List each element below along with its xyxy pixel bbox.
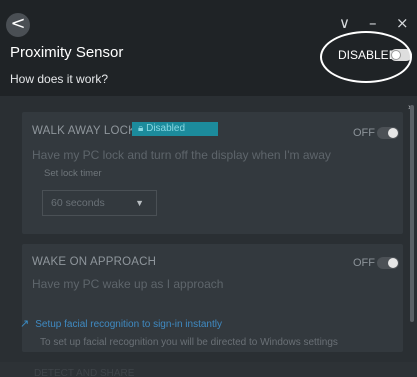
walk-away-lock-title: WALK AWAY LOCK xyxy=(32,125,136,137)
chevron-down-icon: ∨ xyxy=(339,14,350,32)
next-section-title: DETECT AND SHARE xyxy=(34,368,135,377)
wake-description: Have my PC wake up as I approach xyxy=(32,277,224,291)
disabled-badge: 🔒︎ Disabled xyxy=(132,122,218,136)
caret-down-icon: ▼ xyxy=(135,198,144,208)
walk-away-lock-card: WALK AWAY LOCK 🔒︎ Disabled OFF Have my P… xyxy=(22,112,403,234)
toggle-knob xyxy=(388,128,398,138)
close-button[interactable]: × xyxy=(396,14,409,32)
back-button[interactable]: < xyxy=(6,13,30,37)
badge-label: Disabled xyxy=(146,123,186,134)
chevron-left-icon: < xyxy=(10,13,26,34)
close-icon: × xyxy=(396,14,409,32)
walk-away-state-label: OFF xyxy=(353,127,375,139)
collapse-button[interactable]: ∨ xyxy=(339,14,350,32)
lock-timer-label: Set lock timer xyxy=(44,168,102,179)
walk-away-toggle[interactable] xyxy=(377,127,399,139)
toggle-knob xyxy=(388,258,398,268)
scrollbar[interactable] xyxy=(410,105,414,322)
wake-on-approach-card: WAKE ON APPROACH OFF Have my PC wake up … xyxy=(22,244,403,352)
wake-on-approach-title: WAKE ON APPROACH xyxy=(32,256,157,268)
minimize-button[interactable]: – xyxy=(369,14,377,32)
annotation-circle xyxy=(320,31,412,83)
page-title: Proximity Sensor xyxy=(10,44,124,61)
how-it-works-link[interactable]: How does it work? xyxy=(10,72,108,86)
minimize-icon: – xyxy=(369,14,377,32)
lock-icon: 🔒︎ xyxy=(138,123,147,134)
lock-timer-value: 60 seconds xyxy=(51,197,105,209)
arrow-up-right-icon: ↗ xyxy=(20,318,30,330)
facial-recognition-link[interactable]: ↗ Setup facial recognition to sign-in ins… xyxy=(20,317,222,330)
lock-timer-select[interactable]: 60 seconds ▼ xyxy=(42,190,157,216)
wake-toggle[interactable] xyxy=(377,257,399,269)
walk-away-description: Have my PC lock and turn off the display… xyxy=(32,148,331,162)
facial-recognition-description: To set up facial recognition you will be… xyxy=(40,337,338,348)
wake-state-label: OFF xyxy=(353,257,375,269)
proximity-sensor-window: < ∨ – × Proximity Sensor How does it wor… xyxy=(0,0,417,377)
header-bar: < ∨ – × Proximity Sensor How does it wor… xyxy=(0,0,417,96)
facial-recognition-link-text: Setup facial recognition to sign-in inst… xyxy=(35,319,222,330)
